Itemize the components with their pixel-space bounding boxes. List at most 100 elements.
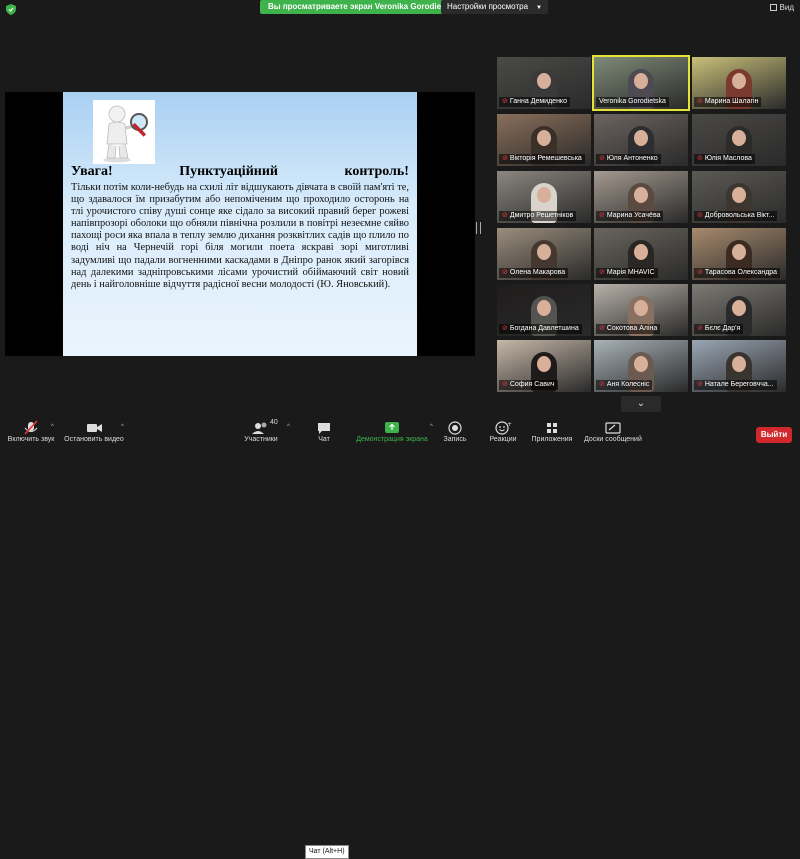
shared-screen: Увага! Пунктуаційний контроль! Тільки по…	[5, 92, 475, 356]
participant-tile[interactable]: ⊘ Вікторія Ремешевська	[497, 114, 591, 166]
caret-up-icon[interactable]: ^	[51, 424, 54, 430]
slide-heading: Увага! Пунктуаційний контроль!	[71, 164, 409, 180]
participant-tile[interactable]: ⊘ Олена Макарова	[497, 228, 591, 280]
gallery-next-page-button[interactable]: ⌄	[621, 396, 661, 412]
participant-tile[interactable]: ⊘ Аня Колесніс	[594, 340, 688, 392]
participant-tile[interactable]: ⊘ Сокотова Аліна	[594, 284, 688, 336]
top-bar: Вы просматриваете экран Veronika Gorodie…	[0, 0, 800, 16]
participant-tile[interactable]: ⊘ Дмитро Решетніков	[497, 171, 591, 223]
participant-name-tag: ⊘ Вікторія Ремешевська	[499, 154, 585, 164]
mic-off-icon: ⊘	[502, 381, 508, 388]
grid-view-icon	[769, 4, 777, 11]
participant-tile[interactable]: Veronika Gorodietska	[594, 57, 688, 109]
mic-off-icon: ⊘	[697, 269, 703, 276]
participant-name-tag: ⊘ Дмитро Решетніков	[499, 211, 577, 221]
participant-tile[interactable]: ⊘ Марина Шалагін	[692, 57, 786, 109]
participants-label: Участники	[244, 436, 278, 443]
chevron-down-icon: ▼	[536, 5, 542, 11]
participant-tile[interactable]: ⊘ Натале Береговчча...	[692, 340, 786, 392]
participant-name-tag: ⊘ Натале Береговчча...	[694, 380, 777, 390]
participant-name-tag: ⊘ Юля Антоненко	[596, 154, 661, 164]
participant-name-tag: ⊘ Аня Колесніс	[596, 380, 653, 390]
participant-tile[interactable]: ⊘ София Савич	[497, 340, 591, 392]
caret-up-icon[interactable]: ^	[287, 424, 290, 430]
participant-tile[interactable]: ⊘ Ганна Демиденко	[497, 57, 591, 109]
slide-heading-attention: Увага!	[71, 164, 113, 179]
participant-tile[interactable]: ⊘ Бєлє Дар'я	[692, 284, 786, 336]
participant-tile[interactable]: ⊘ Добровольська Вікт...	[692, 171, 786, 223]
participant-face	[537, 187, 551, 203]
shield-icon[interactable]	[6, 4, 16, 15]
participant-tile[interactable]: ⊘ Юлія Маслова	[692, 114, 786, 166]
participants-button[interactable]: 40 Участники	[240, 419, 282, 443]
participant-gallery: ⊘ Ганна Демиденко Veronika Gorodietska ⊘ Мар…	[497, 57, 797, 393]
participant-face	[634, 300, 648, 316]
participant-name: София Савич	[509, 381, 555, 388]
participant-name: Марина Усачёва	[606, 212, 661, 219]
sharing-banner: Вы просматриваете экран Veronika Gorodie…	[260, 0, 466, 14]
stop-video-label: Остановить видео	[64, 436, 124, 443]
participant-face	[732, 187, 746, 203]
view-button[interactable]: Вид	[769, 3, 794, 12]
chevron-down-icon: ⌄	[636, 398, 646, 409]
participant-face	[732, 130, 746, 146]
caret-up-icon[interactable]: ^	[121, 424, 124, 430]
unmute-label: Включить звук	[7, 436, 55, 443]
participant-tile[interactable]: ⊘ Богдана Давлетшина	[497, 284, 591, 336]
mic-off-icon: ⊘	[502, 325, 508, 332]
presentation-slide: Увага! Пунктуаційний контроль! Тільки по…	[63, 92, 417, 356]
reactions-icon: +	[495, 421, 512, 435]
participant-tile[interactable]: ⊘ Юля Антоненко	[594, 114, 688, 166]
participant-name-tag: ⊘ София Савич	[499, 380, 558, 390]
participant-name-tag: ⊘ Марія MHAVIC	[596, 268, 658, 278]
participant-face	[537, 244, 551, 260]
slide-heading-control: контроль!	[344, 164, 409, 179]
participant-name-tag: ⊘ Богдана Давлетшина	[499, 324, 582, 334]
participant-face	[634, 356, 648, 372]
reactions-button[interactable]: + Реакции	[485, 420, 521, 443]
whiteboard-label: Доски сообщений	[584, 436, 642, 443]
mic-off-icon: ⊘	[697, 98, 703, 105]
participant-tile[interactable]: ⊘ Марія MHAVIC	[594, 228, 688, 280]
participant-face	[732, 356, 746, 372]
participant-name-tag: ⊘ Марина Шалагін	[694, 97, 762, 107]
participant-tile[interactable]: ⊘ Тарасова Олександра	[692, 228, 786, 280]
share-screen-icon	[385, 422, 399, 433]
participant-face	[732, 73, 746, 89]
camera-icon	[87, 424, 102, 432]
leave-meeting-button[interactable]: Выйти	[756, 427, 792, 443]
share-screen-button[interactable]: Демонстрация экрана	[352, 420, 432, 443]
record-icon	[448, 421, 462, 435]
participant-name-tag: ⊘ Олена Макарова	[499, 268, 569, 278]
participant-name-tag: ⊘ Марина Усачёва	[596, 211, 664, 221]
chat-tooltip: Чат (Alt+H)	[305, 845, 349, 859]
apps-button[interactable]: Приложения	[528, 420, 576, 443]
participant-name-tag: ⊘ Бєлє Дар'я	[694, 324, 744, 334]
whiteboard-button[interactable]: Доски сообщений	[580, 420, 646, 443]
participant-name: Ганна Демиденко	[509, 98, 567, 105]
chat-icon	[318, 423, 330, 434]
participant-name: Юлія Маслова	[704, 155, 752, 162]
participant-name: Дмитро Решетніков	[509, 212, 574, 219]
mic-off-icon	[24, 420, 38, 435]
splitter-handle[interactable]	[476, 222, 481, 234]
chat-button[interactable]: Чат	[306, 420, 342, 443]
chat-label: Чат	[318, 436, 330, 443]
participant-face	[537, 73, 551, 89]
participant-name: Сокотова Аліна	[606, 325, 658, 332]
stop-video-button[interactable]: Остановить видео	[62, 420, 126, 443]
unmute-button[interactable]: Включить звук	[4, 420, 58, 443]
svg-text:+: +	[507, 421, 512, 428]
apps-label: Приложения	[531, 436, 573, 443]
participant-name-tag: Veronika Gorodietska	[596, 97, 669, 107]
record-button[interactable]: Запись	[440, 420, 470, 443]
participant-name-tag: ⊘ Сокотова Аліна	[596, 324, 661, 334]
participant-name: Богдана Давлетшина	[509, 325, 579, 332]
participant-tile[interactable]: ⊘ Марина Усачёва	[594, 171, 688, 223]
participants-count: 40	[270, 419, 278, 426]
mic-off-icon: ⊘	[599, 381, 605, 388]
participant-name-tag: ⊘ Тарасова Олександра	[694, 268, 781, 278]
caret-up-icon[interactable]: ^	[430, 424, 433, 430]
view-settings-button[interactable]: Настройки просмотра ▼	[441, 0, 548, 14]
participant-name: Натале Береговчча...	[704, 381, 774, 388]
